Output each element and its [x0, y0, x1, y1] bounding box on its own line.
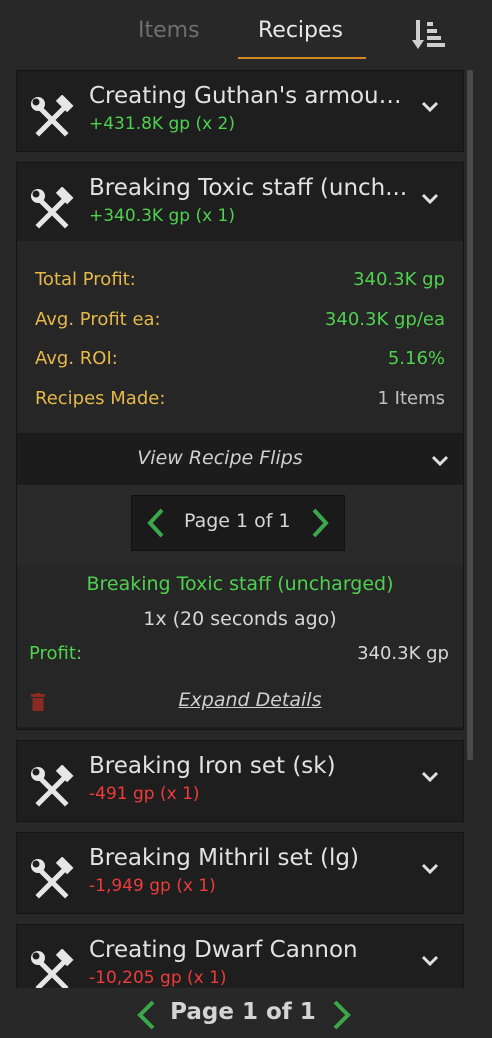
- flips-pager: Page 1 of 1: [131, 495, 345, 551]
- tab-bar: Items Recipes: [0, 0, 492, 62]
- recipe-title: Creating Dwarf Cannon: [89, 937, 358, 963]
- hammer-wrench-icon: [31, 949, 74, 988]
- chevron-right-icon[interactable]: [310, 507, 330, 539]
- recipe-stats-panel: Total Profit: 340.3K gp Avg. Profit ea: …: [17, 241, 463, 433]
- chevron-down-icon[interactable]: [421, 771, 439, 783]
- stat-label: Avg. ROI:: [35, 348, 118, 369]
- recipe-title: Breaking Iron set (sk): [89, 753, 336, 779]
- recipe-card-header[interactable]: Creating Guthan's armour ... +431.8K gp …: [17, 71, 463, 149]
- recipe-profit: +431.8K gp (x 2): [89, 114, 235, 134]
- sort-descending-icon[interactable]: [410, 14, 446, 54]
- recipe-profit: -10,205 gp (x 1): [89, 968, 227, 988]
- recipe-card-header[interactable]: Breaking Mithril set (lg) -1,949 gp (x 1…: [17, 833, 463, 911]
- recipe-profit: -491 gp (x 1): [89, 784, 200, 804]
- flip-entry-qty-time: 1x (20 seconds ago): [143, 608, 337, 630]
- flip-entry: Breaking Toxic staff (uncharged) 1x (20 …: [17, 565, 463, 727]
- stat-label: Recipes Made:: [35, 388, 166, 409]
- recipe-title: Creating Guthan's armour ...: [89, 83, 409, 109]
- stat-recipes-made: Recipes Made: 1 Items: [35, 388, 445, 414]
- stat-value: 340.3K gp: [353, 269, 445, 290]
- recipe-list: Creating Guthan's armour ... +431.8K gp …: [16, 68, 464, 988]
- recipes-page-indicator: Page 1 of 1: [170, 999, 316, 1025]
- stat-label: Total Profit:: [35, 269, 136, 290]
- recipe-card-header[interactable]: Breaking Toxic staff (unch... +340.3K gp…: [17, 163, 463, 241]
- recipe-card-header[interactable]: Creating Dwarf Cannon -10,205 gp (x 1): [17, 925, 463, 988]
- flips-page-indicator: Page 1 of 1: [184, 510, 291, 532]
- chevron-right-icon[interactable]: [330, 999, 354, 1031]
- tab-items[interactable]: Items: [138, 18, 200, 43]
- recipe-card-header[interactable]: Breaking Iron set (sk) -491 gp (x 1): [17, 741, 463, 819]
- hammer-wrench-icon: [31, 95, 74, 137]
- flip-profit-value: 340.3K gp: [357, 643, 449, 664]
- flip-entry-title: Breaking Toxic staff (uncharged): [86, 573, 394, 595]
- recipes-pager: Page 1 of 1: [0, 990, 492, 1038]
- hammer-wrench-icon: [31, 765, 74, 807]
- recipe-profit: -1,949 gp (x 1): [89, 876, 216, 896]
- recipe-profit: +340.3K gp (x 1): [89, 206, 235, 226]
- stat-avg-profit: Avg. Profit ea: 340.3K gp/ea: [35, 309, 445, 335]
- trash-icon[interactable]: [31, 693, 45, 711]
- hammer-wrench-icon: [31, 857, 74, 899]
- chevron-down-icon[interactable]: [421, 863, 439, 875]
- flip-profit-label: Profit:: [29, 643, 83, 664]
- stat-total-profit: Total Profit: 340.3K gp: [35, 269, 445, 295]
- stat-label: Avg. Profit ea:: [35, 309, 161, 330]
- recipe-card: Creating Dwarf Cannon -10,205 gp (x 1): [16, 924, 464, 988]
- stat-value: 340.3K gp/ea: [324, 309, 445, 330]
- stat-avg-roi: Avg. ROI: 5.16%: [35, 348, 445, 374]
- chevron-down-icon[interactable]: [421, 101, 439, 113]
- list-scrollbar[interactable]: [467, 70, 473, 760]
- view-recipe-flips-toggle[interactable]: View Recipe Flips: [17, 433, 463, 485]
- stat-value: 1 Items: [377, 388, 445, 409]
- recipe-card: Breaking Mithril set (lg) -1,949 gp (x 1…: [16, 832, 464, 914]
- hammer-wrench-icon: [31, 187, 74, 229]
- chevron-left-icon[interactable]: [146, 507, 166, 539]
- tab-recipes[interactable]: Recipes: [258, 18, 343, 43]
- chevron-down-icon[interactable]: [421, 955, 439, 967]
- expand-details-link[interactable]: Expand Details: [17, 689, 464, 711]
- recipe-card: Breaking Iron set (sk) -491 gp (x 1): [16, 740, 464, 822]
- active-tab-indicator: [238, 57, 366, 59]
- stat-value: 5.16%: [387, 348, 445, 369]
- recipe-title: Breaking Mithril set (lg): [89, 845, 359, 871]
- chevron-down-icon[interactable]: [421, 193, 439, 205]
- view-recipe-flips-label: View Recipe Flips: [137, 447, 303, 469]
- chevron-down-icon[interactable]: [431, 455, 449, 467]
- recipe-card: Creating Guthan's armour ... +431.8K gp …: [16, 70, 464, 152]
- flips-pager-area: Page 1 of 1: [17, 485, 463, 565]
- recipe-card-expanded: Breaking Toxic staff (unch... +340.3K gp…: [16, 162, 464, 730]
- recipe-title: Breaking Toxic staff (unch...: [89, 175, 408, 201]
